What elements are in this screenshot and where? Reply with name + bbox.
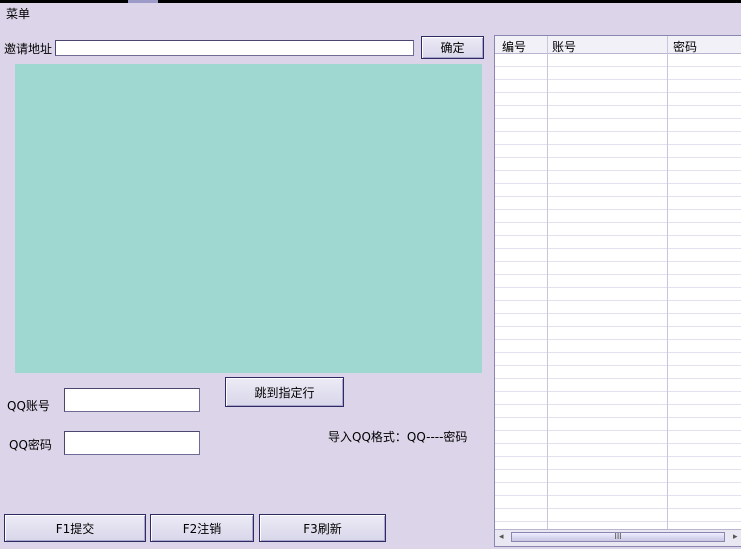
confirm-button[interactable]: 确定 — [421, 36, 484, 59]
column-divider — [547, 36, 548, 532]
jump-to-row-button[interactable]: 跳到指定行 — [225, 377, 344, 407]
column-header-password[interactable]: 密码 — [673, 38, 697, 55]
import-format-hint: 导入QQ格式：QQ----密码 — [328, 430, 468, 444]
qq-password-input[interactable] — [64, 431, 200, 455]
account-table[interactable]: 编号 账号 密码 ◂ III ▸ — [494, 35, 741, 547]
table-header: 编号 账号 密码 — [495, 36, 741, 54]
column-divider — [667, 36, 668, 532]
qq-account-label: QQ账号 — [7, 399, 50, 413]
qq-account-input[interactable] — [64, 388, 200, 412]
horizontal-scrollbar[interactable]: ◂ III ▸ — [495, 529, 741, 546]
scroll-right-icon[interactable]: ▸ — [733, 532, 738, 542]
title-strip — [0, 0, 741, 3]
preview-panel — [15, 64, 482, 373]
column-header-account[interactable]: 账号 — [552, 38, 576, 55]
submit-button[interactable]: F1提交 — [4, 514, 146, 542]
qq-password-label: QQ密码 — [9, 438, 52, 452]
refresh-button[interactable]: F3刷新 — [259, 514, 386, 542]
menu-bar-item[interactable]: 菜单 — [6, 5, 30, 22]
table-rows[interactable] — [495, 54, 741, 530]
logout-button[interactable]: F2注销 — [150, 514, 254, 542]
column-header-id[interactable]: 编号 — [502, 38, 526, 55]
scrollbar-thumb[interactable]: III — [511, 532, 725, 542]
scroll-left-icon[interactable]: ◂ — [499, 532, 504, 542]
invite-url-label: 邀请地址 — [4, 42, 53, 56]
title-strip-segment — [128, 0, 158, 3]
invite-url-input[interactable] — [55, 40, 414, 56]
